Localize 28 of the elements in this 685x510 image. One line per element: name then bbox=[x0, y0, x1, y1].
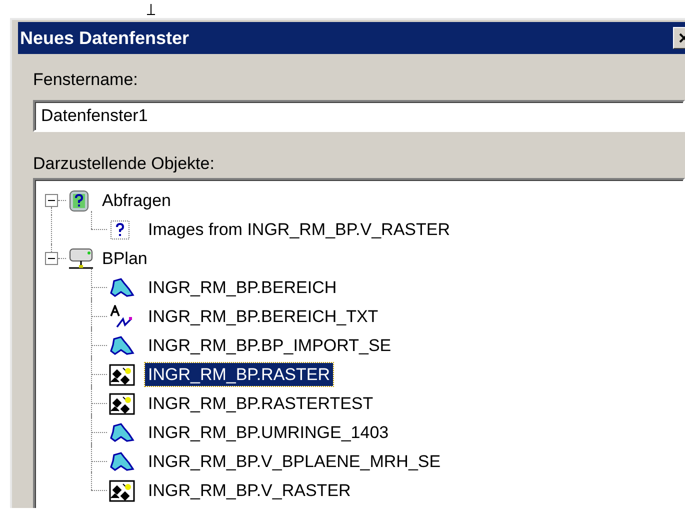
server-icon bbox=[67, 246, 95, 270]
raster-grid-icon bbox=[109, 364, 135, 386]
text-label-icon bbox=[109, 304, 135, 328]
tree-item[interactable]: INGR_RM_BP.RASTERTEST bbox=[145, 392, 376, 415]
raster-grid-icon bbox=[109, 480, 135, 502]
collapse-toggle[interactable] bbox=[45, 252, 58, 265]
collapse-toggle[interactable] bbox=[45, 194, 58, 207]
field-label: Darzustellende Objekte: bbox=[33, 153, 216, 175]
polygon-area-icon bbox=[109, 334, 135, 356]
tree-item[interactable]: Images from INGR_RM_BP.V_RASTER bbox=[145, 218, 453, 241]
cursor-mark-icon bbox=[146, 4, 156, 16]
polygon-area-icon bbox=[109, 450, 135, 472]
field-label: Fenstername: bbox=[33, 69, 139, 91]
tree-item[interactable]: INGR_RM_BP.BP_IMPORT_SE bbox=[145, 334, 394, 357]
tree-item[interactable]: INGR_RM_BP.V_RASTER bbox=[145, 479, 354, 502]
polygon-area-icon bbox=[109, 276, 135, 298]
query-database-icon bbox=[67, 188, 91, 212]
tree-item[interactable]: INGR_RM_BP.RASTER bbox=[145, 363, 334, 386]
tree-item[interactable]: Abfragen bbox=[99, 189, 174, 212]
tree-item[interactable]: BPlan bbox=[99, 247, 150, 270]
polygon-area-icon bbox=[109, 422, 135, 444]
raster-grid-icon bbox=[109, 392, 135, 414]
window-name-field[interactable]: Datenfenster1 bbox=[33, 100, 685, 132]
tree-item[interactable]: INGR_RM_BP.BEREICH_TXT bbox=[145, 305, 382, 328]
tree-item[interactable]: INGR_RM_BP.BEREICH bbox=[145, 276, 340, 299]
tree-item[interactable]: INGR_RM_BP.V_BPLAENE_MRH_SE bbox=[145, 450, 444, 473]
tree-item[interactable]: INGR_RM_BP.UMRINGE_1403 bbox=[145, 421, 392, 444]
window-title: Neues Datenfenster bbox=[20, 28, 190, 48]
